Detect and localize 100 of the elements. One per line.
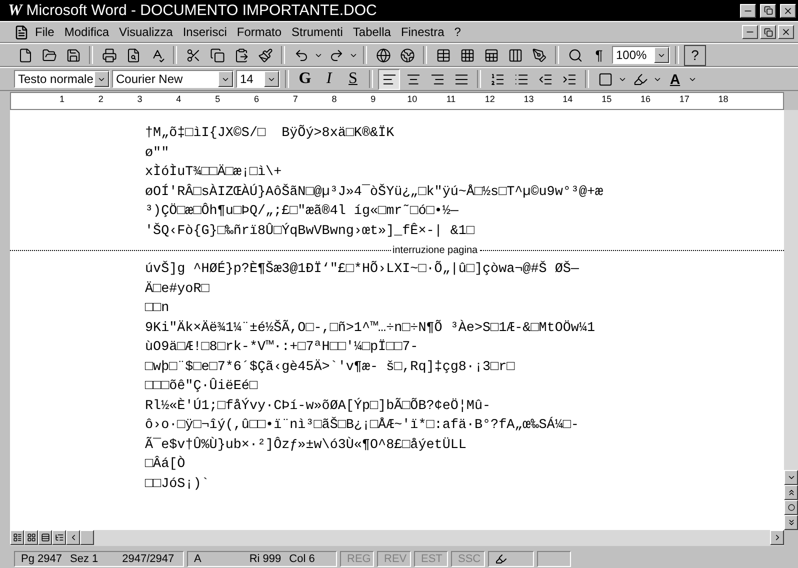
style-select[interactable]: Testo normale (14, 70, 110, 88)
font-select[interactable]: Courier New (112, 70, 234, 88)
scroll-down-icon (786, 473, 796, 482)
scroll-right-button[interactable] (770, 530, 784, 545)
document-icon[interactable] (14, 24, 29, 40)
highlighter-icon (632, 72, 648, 86)
ruler-number: 14 (562, 94, 573, 104)
mode-label: REV (384, 553, 407, 565)
ruler-number: 15 (602, 94, 612, 104)
earth-icon (400, 48, 414, 62)
align-left-icon (382, 72, 396, 86)
restore-button[interactable] (760, 4, 776, 18)
scroll-left-button[interactable] (66, 530, 80, 545)
document-text: ùO9ä□Æ!□8□rk-*V™·:+□7ªH□□'¼□pÏ□□7- (145, 338, 420, 357)
border-icon (598, 72, 612, 86)
document-text: Ã‾e$v†Û%Ù}ub×·²]Ôzƒ»±w\ó3Ù«¶O^8£□åýetÜLL (145, 436, 468, 454)
browse-object-button[interactable] (784, 500, 798, 515)
document-text: Rl½«È'Ú1;□fåÝvy·CÞí-w»õØA[Ýp□]bÃ□ÕB?¢eÖ¦Mû- (145, 396, 492, 416)
scroll-down-button[interactable] (784, 470, 798, 485)
mode-label: REG (347, 553, 371, 565)
magnifier-icon (568, 48, 582, 62)
page-count: 2947/2947 (122, 553, 174, 565)
document-text: Ä□e#yoR□ (145, 280, 210, 298)
document-text: □wþ□¨$□e□7*6´$Çã‹gè45Ä>`'v¶æ- š□,Rq]‡çg8·¡3□r□ (145, 358, 516, 376)
globe-icon (376, 48, 390, 62)
next-page-button[interactable] (784, 515, 798, 530)
ruler-number: 6 (254, 94, 259, 104)
horizontal-scrollbar[interactable] (10, 530, 784, 546)
menu-item[interactable]: Tabella (348, 25, 395, 39)
menu-item[interactable]: Finestra (396, 25, 448, 39)
minimize-button[interactable] (740, 4, 756, 18)
previous-page-icon (786, 488, 796, 497)
font-color-button[interactable]: A (664, 68, 686, 90)
undo-icon (294, 48, 308, 62)
copy-icon (210, 48, 224, 62)
menu-item[interactable]: Formato (232, 25, 286, 39)
document-text: □□n (145, 300, 170, 318)
new-document-icon (18, 48, 32, 62)
dropdown-button[interactable] (218, 71, 233, 87)
paintbrush-icon (258, 48, 272, 62)
align-justify-icon (454, 72, 468, 86)
close-button[interactable] (780, 4, 796, 18)
align-left-button[interactable] (378, 68, 400, 90)
document-text: øOÍ'RÂ□sÀIZŒÀÚ}AôŠãN□@µ³J»4¯òŠYü¿„□k"ÿú~Å□½s□T^µ©u9w°³@+æ (145, 182, 604, 202)
next-page-icon (786, 518, 796, 527)
menu-item[interactable]: File (31, 25, 58, 39)
document-text: □□□õê"Ç·ÛiëEé□ (145, 377, 258, 396)
outline-view-button[interactable] (52, 530, 66, 545)
document-text: □□JóS¡)` (145, 476, 210, 494)
italic-button[interactable]: I (318, 68, 340, 90)
close-icon (783, 6, 793, 16)
help-button[interactable]: ? (684, 44, 706, 66)
bullet-list-icon (514, 72, 528, 86)
pilcrow-button[interactable]: ¶ (588, 44, 610, 66)
menu-item[interactable]: Strumenti (288, 25, 347, 39)
ruler-number: 4 (176, 94, 182, 104)
online-view-button[interactable] (24, 530, 38, 545)
restore-button[interactable] (760, 25, 776, 39)
pen-icon (532, 48, 546, 62)
menu-item[interactable]: ? (450, 25, 465, 39)
column-number: Col 6 (289, 553, 315, 565)
increase-indent-icon (562, 72, 576, 86)
document-text: ô›o·□ÿ□¬îý(,û□□•ï¨nì³□ãŠ□B¿¡□ÅÆ~'ï*□:afä·B°?fA„œ‰SÁ¼□- (145, 416, 580, 435)
ruler-number: 11 (446, 94, 456, 104)
document-text: ø"" (145, 144, 170, 162)
ruler-number: 18 (718, 94, 728, 104)
outline-view-icon (54, 533, 64, 542)
menu-item[interactable]: Modifica (60, 25, 114, 39)
vertical-scrollbar[interactable] (784, 110, 798, 530)
ruler-number: 13 (524, 94, 534, 104)
ruler-number: 10 (407, 94, 418, 104)
close-button[interactable] (778, 25, 794, 39)
save-icon (66, 48, 80, 62)
font-size-select[interactable]: 14 (236, 70, 280, 88)
zoom-select[interactable]: 100% (612, 46, 670, 64)
line-number: Ri 999 (249, 553, 282, 565)
menu-item[interactable]: Visualizza (115, 25, 177, 39)
bold-button[interactable]: G (294, 68, 316, 90)
restore-icon (764, 28, 772, 36)
minimize-button[interactable] (742, 25, 758, 39)
section-number: Sez 1 (70, 553, 98, 565)
dropdown-button[interactable] (654, 47, 669, 63)
previous-page-button[interactable] (784, 485, 798, 500)
document-text: 9Ki"Äk×Äë¾1¼¨±é½ŠÃ,O□-,□ñ>1^™…÷n□÷N¶Õ ³Àe>S□1Æ-&□MtOÖw¼1 (145, 318, 596, 338)
pen-icon (495, 553, 507, 565)
underline-button[interactable]: S (342, 68, 364, 90)
window-title: Microsoft Word - DOCUMENTO IMPORTANTE.DOC (26, 2, 378, 19)
scroll-thumb[interactable] (80, 530, 94, 545)
document-text: úvŠ]g ^HØÉ}p?È¶Šæ3@1ÐÏ‘"£□*HÕ›LXI~□·Õ„|û□]çòwa¬@#Š ØŠ— (145, 260, 580, 279)
normal-view-button[interactable] (10, 530, 24, 545)
restore-icon (764, 6, 772, 15)
page-view-button[interactable] (38, 530, 52, 545)
ruler-number: 5 (215, 94, 220, 104)
ruler-number: 2 (98, 94, 104, 104)
menu-item[interactable]: Inserisci (178, 25, 231, 39)
columns-icon (508, 48, 522, 62)
dropdown-button[interactable] (264, 71, 279, 87)
dropdown-button[interactable] (94, 71, 109, 87)
ruler-number: 8 (332, 94, 337, 104)
ruler-number: 17 (679, 94, 690, 104)
